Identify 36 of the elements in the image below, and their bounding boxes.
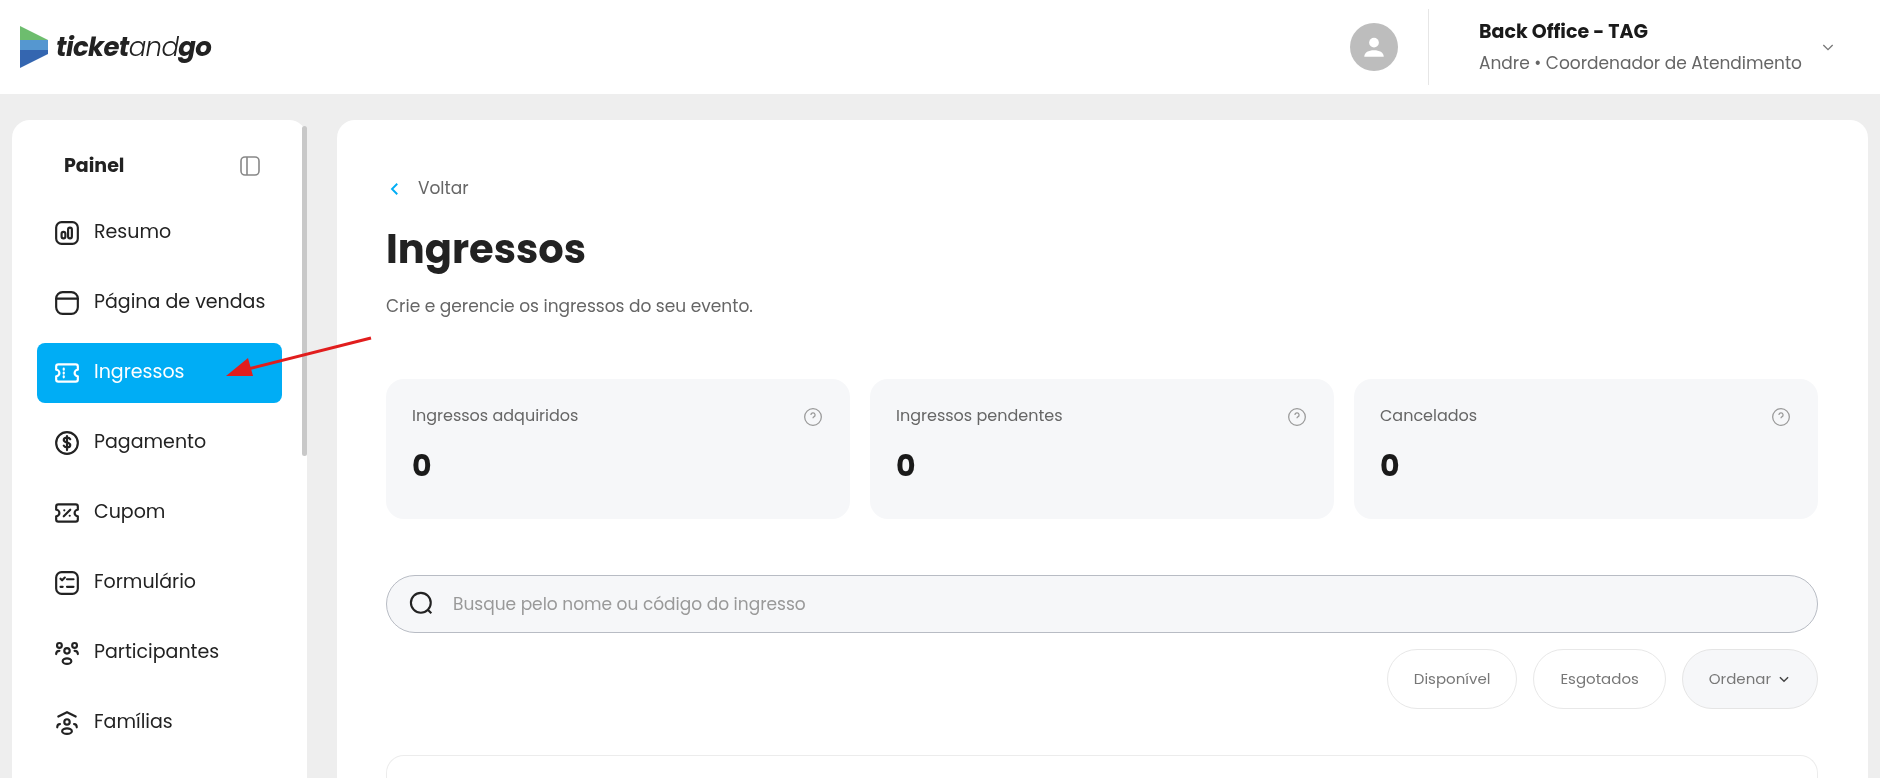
dollar-icon [54,429,80,456]
people-icon [54,709,80,736]
stat-label: Cancelados [1380,404,1478,427]
account-subtitle: Andre • Coordenador de Atendimento [1479,50,1802,76]
window-icon [54,289,80,316]
sidebar-item[interactable]: Cupom [37,482,282,543]
bar-chart-icon [54,219,80,246]
stat-value: 0 [896,443,916,488]
logo-icon [20,26,48,68]
sidebar-toggle-icon[interactable] [238,154,262,179]
sidebar-title: Painel [64,152,125,181]
avatar-icon[interactable] [1350,23,1398,71]
search-field[interactable]: Busque pelo nome ou código do ingresso [386,575,1818,633]
help-icon[interactable] [1287,407,1307,427]
people-icon [54,639,80,666]
sidebar-item[interactable]: Resumo [37,202,282,263]
back-link[interactable]: Voltar [386,176,469,202]
stat-value: 0 [412,443,432,488]
account-title: Back Office - TAG [1479,18,1649,47]
help-icon[interactable] [1771,407,1791,427]
filter-chip[interactable]: Esgotados [1533,649,1666,709]
help-icon[interactable] [803,407,823,427]
stat-value: 0 [1380,443,1400,488]
sidebar-item[interactable]: Página de vendas [37,272,282,333]
sidebar-item[interactable]: Famílias [37,692,282,753]
sidebar-item[interactable]: Pagamento [37,412,282,473]
brand-name: ticketandgo [56,27,212,67]
stat-label: Ingressos pendentes [896,404,1063,427]
sidebar-item[interactable]: Formulário [37,552,282,613]
sort-dropdown[interactable]: Ordenar [1681,649,1818,709]
sidebar-item[interactable]: Participantes [37,622,282,683]
filter-chip[interactable]: Disponível [1386,649,1518,709]
stat-label: Ingressos adquiridos [412,404,579,427]
page-title: Ingressos [386,223,588,274]
page-description: Crie e gerencie os ingressos do seu evento. [386,293,754,319]
checklist-icon [54,569,80,596]
